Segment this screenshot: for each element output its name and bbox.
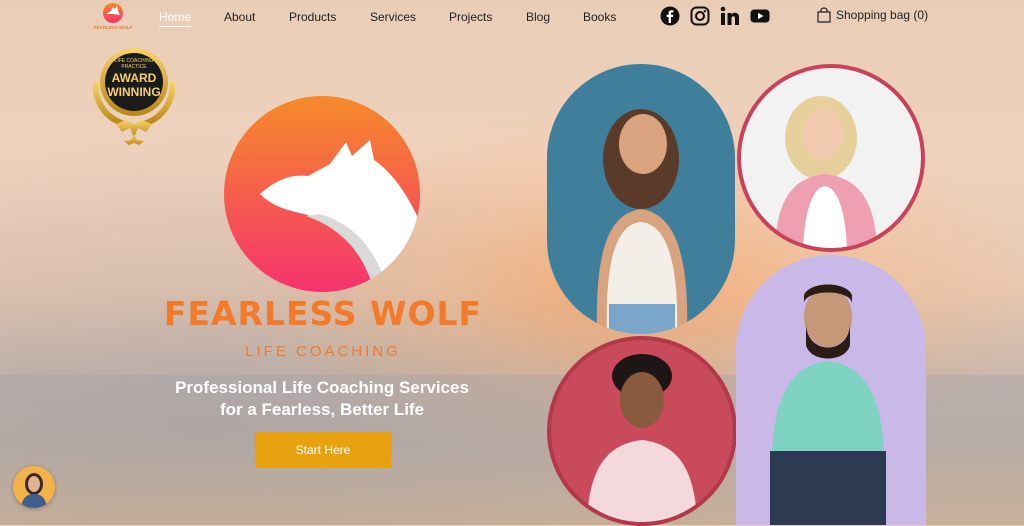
wolf-logo xyxy=(224,96,420,292)
brand-subtitle: LIFE COACHING xyxy=(245,343,401,360)
award-badge: LIFE COACHING PRACTICE AWARD WINNING xyxy=(86,42,182,146)
hero-tagline: Professional Life Coaching Services for … xyxy=(150,377,494,421)
nav-home[interactable]: Home xyxy=(159,10,192,27)
start-here-button[interactable]: Start Here xyxy=(255,432,391,468)
tagline-line1: Professional Life Coaching Services xyxy=(175,378,469,397)
award-line2: WINNING xyxy=(107,85,161,99)
nav-services[interactable]: Services xyxy=(370,10,416,24)
site-logo[interactable]: FEARLESS WOLF xyxy=(92,2,134,32)
shopping-bag-icon xyxy=(817,7,831,23)
coach-photo-4 xyxy=(736,255,926,525)
instagram-icon[interactable] xyxy=(690,6,710,26)
shopping-bag-label: Shopping bag (0) xyxy=(836,8,929,22)
nav-products[interactable]: Products xyxy=(289,10,336,24)
tagline-line2: for a Fearless, Better Life xyxy=(219,400,425,419)
nav-blog[interactable]: Blog xyxy=(526,10,550,24)
facebook-icon[interactable] xyxy=(660,6,680,26)
award-line1: AWARD xyxy=(111,71,157,85)
linkedin-icon[interactable] xyxy=(720,6,740,26)
award-top-text: LIFE COACHING PRACTICE xyxy=(114,58,154,70)
nav-projects[interactable]: Projects xyxy=(449,10,492,24)
top-nav: FEARLESS WOLF Home About Products Servic… xyxy=(0,0,1024,34)
nav-about[interactable]: About xyxy=(224,10,255,24)
coach-photo-1 xyxy=(547,64,735,334)
coach-photo-2 xyxy=(737,64,925,252)
site-logo-text: FEARLESS WOLF xyxy=(93,25,133,30)
shopping-bag-button[interactable]: Shopping bag (0) xyxy=(817,7,928,23)
chat-avatar-button[interactable] xyxy=(13,466,55,508)
coach-photo-3 xyxy=(547,336,737,526)
brand-name: FEARLESS WOLF xyxy=(163,294,483,333)
youtube-icon[interactable] xyxy=(750,6,770,26)
nav-books[interactable]: Books xyxy=(583,10,616,24)
